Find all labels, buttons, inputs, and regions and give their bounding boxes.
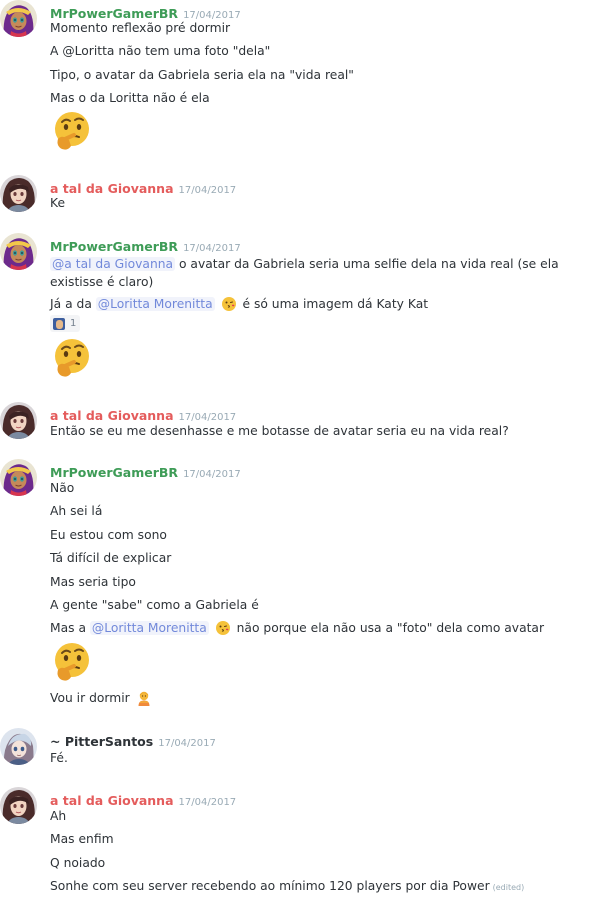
message-fragment: Já a da [50, 297, 96, 311]
timestamp: 17/04/2017 [178, 412, 237, 423]
edited-label: (edited) [492, 883, 525, 892]
reaction-count: 1 [70, 318, 77, 329]
message-text: Ah sei lá [50, 504, 103, 518]
message-text: A gente "sabe" como a Gabriela é [50, 598, 259, 612]
message-header: a tal da Giovanna 17/04/2017 [50, 178, 236, 197]
message-text: Eu estou com sono [50, 528, 167, 542]
timestamp: 17/04/2017 [183, 243, 241, 254]
username[interactable]: MrPowerGamerBR [50, 465, 178, 480]
username[interactable]: MrPowerGamerBR [50, 239, 178, 254]
message-fragment: não porque ela não usa a "foto" dela com… [232, 621, 545, 635]
message-fragment: é só uma imagem dá Katy Kat [238, 297, 429, 311]
message-fragment: Mas a [50, 621, 90, 635]
message-header: ~ PitterSantos 17/04/2017 [50, 731, 216, 750]
message-text: Mas a @Loritta Morenitta não porque ela … [50, 620, 544, 636]
thinking-face-emoji [50, 109, 94, 153]
custom-emoji-icon [53, 317, 65, 330]
timestamp: 17/04/2017 [158, 738, 216, 749]
message-text: A @Loritta não tem uma foto "dela" [50, 44, 271, 58]
giovanna-avatar-icon[interactable] [0, 175, 37, 212]
reaction-button[interactable]: 1 [50, 315, 81, 332]
message-text: Momento reflexão pré dormir [50, 21, 231, 35]
message-header: a tal da Giovanna 17/04/2017 [50, 790, 236, 809]
message-fragment: Sonhe com seu server recebendo ao mínimo… [50, 879, 490, 893]
message-text: Já a da @Loritta Morenitta é só uma imag… [50, 296, 428, 312]
mention[interactable]: @Loritta Morenitta [89, 621, 209, 635]
message-text: Q noiado [50, 856, 106, 870]
kissing-face-emoji [221, 296, 237, 312]
pitter-avatar-icon[interactable] [0, 728, 37, 765]
timestamp: 17/04/2017 [183, 469, 241, 480]
shantae-avatar-icon[interactable] [0, 459, 37, 496]
username[interactable]: a tal da Giovanna [50, 793, 174, 808]
message-header: a tal da Giovanna 17/04/2017 [50, 405, 236, 424]
message-text: Tá difícil de explicar [50, 551, 172, 565]
message-text: Sonhe com seu server recebendo ao mínimo… [50, 878, 524, 896]
message-header: MrPowerGamerBR 17/04/2017 [50, 462, 241, 481]
mention[interactable]: @Loritta Morenitta [95, 297, 215, 311]
message-text: Ke [50, 196, 66, 210]
mention[interactable]: @a tal da Giovanna [50, 257, 176, 271]
message-text: Ah [50, 809, 67, 823]
message-header: MrPowerGamerBR 17/04/2017 [50, 236, 241, 255]
username[interactable]: ~ PitterSantos [50, 734, 153, 749]
message-text: Mas enfim [50, 832, 114, 846]
shantae-avatar-icon[interactable] [0, 0, 37, 37]
message-text: @a tal da Giovanna o avatar da Gabriela … [50, 255, 602, 291]
giovanna-avatar-icon[interactable] [0, 787, 37, 824]
username[interactable]: a tal da Giovanna [50, 408, 174, 423]
shantae-avatar-icon[interactable] [0, 233, 37, 270]
message-text: Vou ir dormir [50, 690, 154, 706]
username[interactable]: a tal da Giovanna [50, 181, 174, 196]
person-gesturing-emoji [136, 690, 152, 706]
message-text: Mas o da Loritta não é ela [50, 91, 210, 105]
username[interactable]: MrPowerGamerBR [50, 6, 178, 21]
thinking-face-emoji [50, 336, 94, 380]
giovanna-avatar-icon[interactable] [0, 402, 37, 439]
message-text: Tipo, o avatar da Gabriela seria ela na … [50, 68, 354, 82]
message-text: Mas seria tipo [50, 575, 136, 589]
message-text: Fé. [50, 751, 68, 765]
kissing-face-emoji [215, 620, 231, 636]
thinking-face-emoji [50, 640, 94, 684]
timestamp: 17/04/2017 [178, 797, 237, 808]
message-fragment: Vou ir dormir [50, 691, 130, 705]
message-text: Então se eu me desenhasse e me botasse d… [50, 424, 509, 438]
timestamp: 17/04/2017 [178, 185, 237, 196]
message-text: Não [50, 481, 75, 495]
